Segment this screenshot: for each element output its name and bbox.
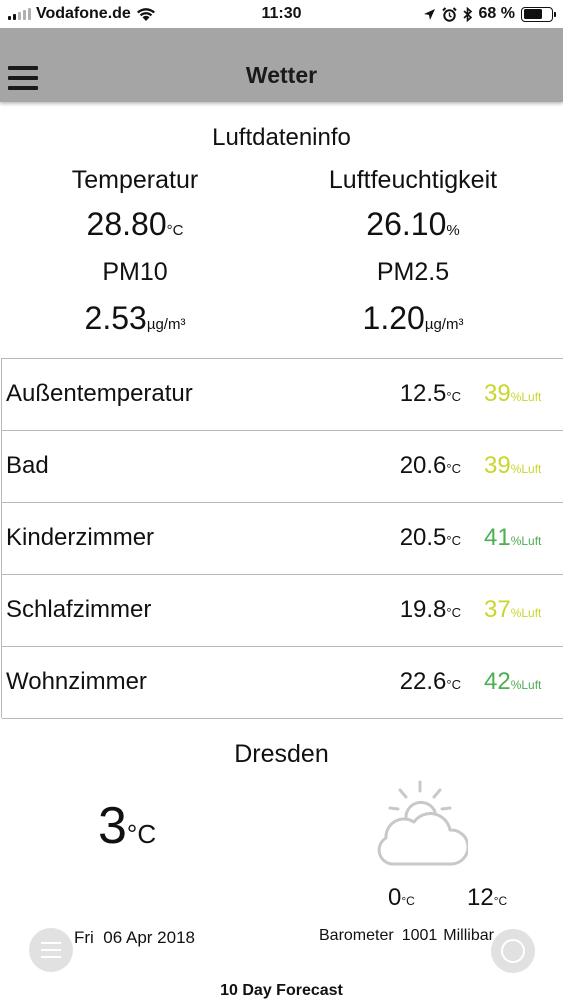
barometer: Barometer 1001 Millibar xyxy=(319,927,494,944)
room-humidity: 39%Luft xyxy=(484,452,542,479)
room-temperature: 22.6°C xyxy=(399,668,461,695)
battery-fill xyxy=(523,9,542,19)
pm10-value: 2.53µg/m³ xyxy=(84,300,186,336)
room-row-bad[interactable]: Bad 20.6°C 39%Luft xyxy=(0,430,563,502)
room-name: Schlafzimmer xyxy=(6,596,152,623)
room-temperature: 20.5°C xyxy=(399,524,461,551)
menu-fab-button[interactable] xyxy=(29,928,73,972)
status-bar-left: Vodafone.de xyxy=(8,5,156,23)
app-header: Wetter xyxy=(0,28,563,102)
room-humidity: 42%Luft xyxy=(484,668,542,695)
refresh-fab-button[interactable] xyxy=(491,929,535,973)
room-row-kinderzimmer[interactable]: Kinderzimmer 20.5°C 41%Luft xyxy=(0,502,563,574)
room-row-schlafzimmer[interactable]: Schlafzimmer 19.8°C 37%Luft xyxy=(0,574,563,646)
room-name: Wohnzimmer xyxy=(6,668,147,695)
page-title: Wetter xyxy=(245,62,318,88)
room-name: Kinderzimmer xyxy=(6,524,155,551)
humidity-value: 26.10% xyxy=(366,206,460,242)
pm10-label: PM10 xyxy=(102,258,168,286)
status-bar: Vodafone.de 11:30 68 % xyxy=(0,0,563,28)
status-bar-right: 68 % xyxy=(423,5,556,23)
date-label: Fri 06 Apr 2018 xyxy=(74,928,195,947)
menu-icon xyxy=(41,942,61,963)
ten-day-forecast-link[interactable]: 10 Day Forecast xyxy=(0,982,563,1000)
city-name: Dresden xyxy=(234,740,329,768)
temperature-label: Temperatur xyxy=(71,166,199,194)
room-humidity: 37%Luft xyxy=(484,596,542,623)
circle-icon xyxy=(501,939,525,963)
max-temperature: 12°C xyxy=(467,884,508,911)
room-name: Außentemperatur xyxy=(6,380,193,407)
current-temperature: 3°C xyxy=(98,797,157,855)
partly-cloudy-icon xyxy=(377,780,468,866)
room-row-aussentemperatur[interactable]: Außentemperatur 12.5°C 39%Luft xyxy=(0,358,563,430)
room-humidity: 41%Luft xyxy=(484,524,542,551)
battery-icon xyxy=(521,6,556,22)
room-name: Bad xyxy=(6,452,49,479)
min-temperature: 0°C xyxy=(388,884,415,911)
carrier-label: Vodafone.de xyxy=(36,5,131,22)
bluetooth-icon xyxy=(462,6,472,22)
humidity-label: Luftfeuchtigkeit xyxy=(328,166,498,194)
room-humidity: 39%Luft xyxy=(484,380,542,407)
alarm-icon xyxy=(441,6,457,22)
wifi-icon xyxy=(136,7,155,21)
luftdaten-title: Luftdateninfo xyxy=(212,124,351,151)
temperature-value: 28.80°C xyxy=(86,206,184,242)
location-arrow-icon xyxy=(423,8,435,20)
pm25-value: 1.20µg/m³ xyxy=(362,300,464,336)
divider xyxy=(2,718,563,719)
battery-percent: 68 % xyxy=(478,5,515,22)
room-temperature: 19.8°C xyxy=(399,596,461,623)
room-row-wohnzimmer[interactable]: Wohnzimmer 22.6°C 42%Luft xyxy=(0,646,563,718)
room-temperature: 12.5°C xyxy=(399,380,461,407)
pm25-label: PM2.5 xyxy=(376,258,450,286)
room-temperature: 20.6°C xyxy=(399,452,461,479)
signal-icon xyxy=(8,8,31,20)
